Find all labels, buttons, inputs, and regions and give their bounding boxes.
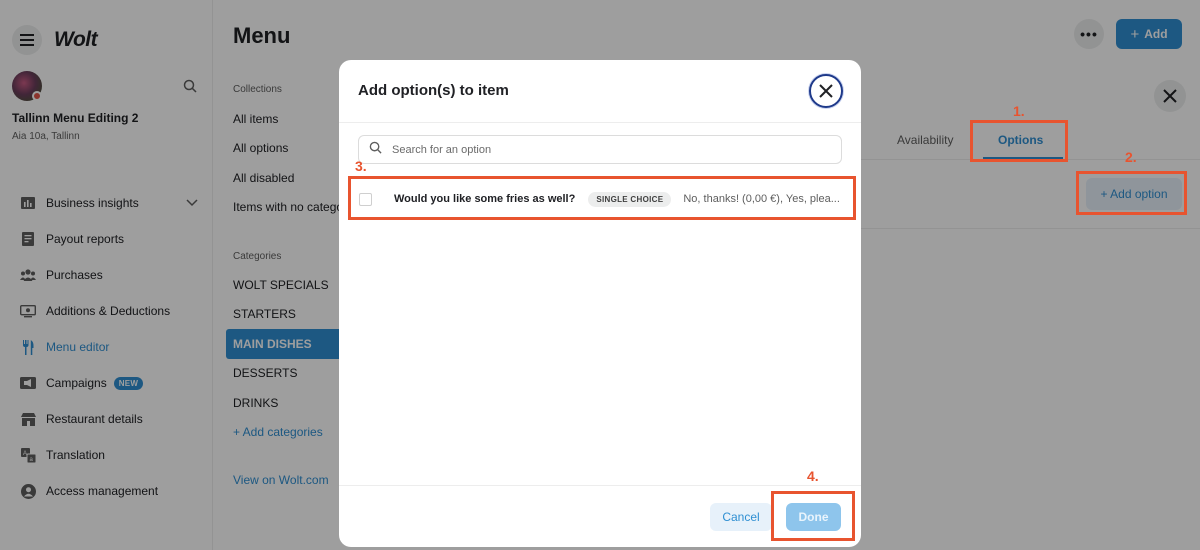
annotation-step-2: 2. (1125, 149, 1137, 165)
annotation-highlight-add-option (1076, 171, 1187, 215)
modal-header-divider (339, 122, 861, 123)
search-icon (369, 141, 382, 159)
modal-title: Add option(s) to item (358, 82, 509, 99)
search-placeholder: Search for an option (392, 143, 492, 156)
add-options-modal: Add option(s) to item Search for an opti… (339, 60, 861, 547)
option-search-input[interactable]: Search for an option (358, 135, 842, 164)
annotation-step-3: 3. (355, 158, 367, 174)
annotation-highlight-done (771, 491, 855, 541)
modal-footer-divider (339, 485, 861, 486)
modal-close-icon[interactable] (809, 74, 843, 108)
annotation-highlight-option-row (348, 176, 856, 220)
annotation-step-1: 1. (1013, 103, 1025, 119)
annotation-step-4: 4. (807, 468, 819, 484)
cancel-button[interactable]: Cancel (710, 503, 772, 531)
annotation-highlight-options-tab (970, 120, 1068, 162)
